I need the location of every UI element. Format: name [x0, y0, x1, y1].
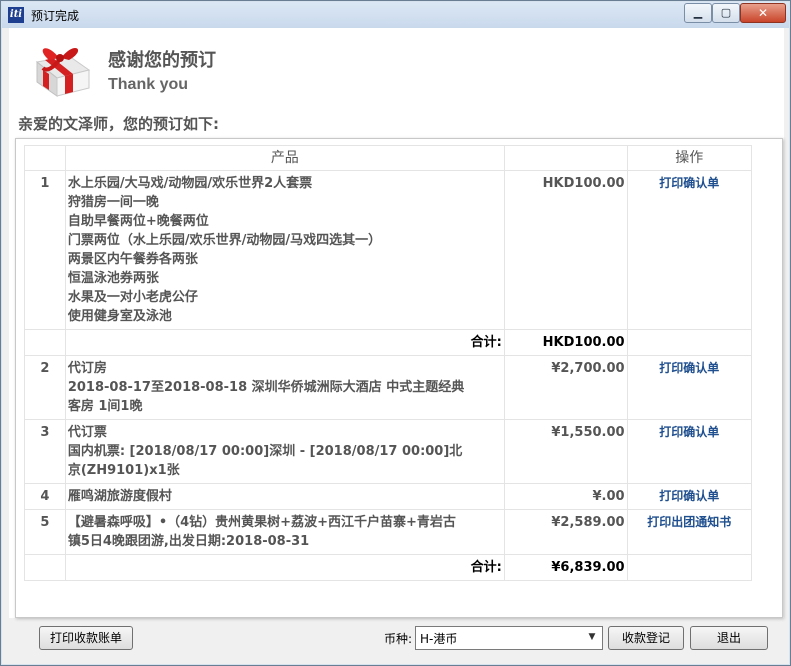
register-payment-button[interactable]: 收款登记 — [608, 626, 684, 650]
product-line: 使用健身室及泳池 — [67, 309, 172, 324]
table-row: 5 【避暑森呼吸】•（4钻）贵州黄果树+荔波+西江千户苗寨+青岩古 镇5日4晚跟… — [24, 509, 753, 555]
row-product: 【避暑森呼吸】•（4钻）贵州黄果树+荔波+西江千户苗寨+青岩古 镇5日4晚跟团游… — [64, 509, 505, 555]
booking-table-panel[interactable]: 产品 操作 1 水上乐园/大马戏/动物园/欢乐世界2人套票 狩猎房一间一晚 自助… — [15, 138, 783, 618]
table-row: 2 代订房 2018-08-17至2018-08-18 深圳华侨城洲际大酒店 中… — [24, 355, 753, 420]
row-number: 5 — [24, 509, 66, 555]
row-product: 雁鸣湖旅游度假村 — [64, 483, 505, 510]
product-line: 【避暑森呼吸】•（4钻）贵州黄果树+荔波+西江千户苗寨+青岩古 — [67, 515, 456, 530]
subtotal-label: 合计: — [64, 329, 505, 356]
footer-bar: 打印收款账单 币种: H-港币 ▼ 收款登记 退出 — [9, 618, 784, 660]
print-confirmation-link[interactable]: 打印确认单 — [659, 489, 719, 503]
chevron-down-icon[interactable]: ▼ — [584, 629, 600, 645]
content-area: 感谢您的预订 Thank you 亲爱的文泽师，您的预订如下: 产品 操作 1 — [9, 28, 784, 618]
print-confirmation-link[interactable]: 打印确认单 — [659, 361, 719, 375]
row-number: 4 — [24, 483, 66, 510]
product-line: 水果及一对小老虎公仔 — [67, 290, 198, 305]
product-line: 自助早餐两位+晚餐两位 — [67, 214, 209, 229]
gift-icon — [35, 48, 91, 97]
minimize-button[interactable]: ▁ — [684, 3, 712, 23]
print-confirmation-link[interactable]: 打印确认单 — [659, 176, 719, 190]
thanks-heading-en: Thank you — [108, 76, 189, 93]
table-row: 1 水上乐园/大马戏/动物园/欢乐世界2人套票 狩猎房一间一晚 自助早餐两位+晚… — [24, 170, 753, 330]
product-line: 京(ZH9101)x1张 — [67, 463, 180, 478]
row-price: ¥2,700.00 — [503, 355, 628, 420]
maximize-button[interactable]: ▢ — [712, 3, 740, 23]
currency-value: H-港币 — [420, 632, 458, 646]
row-product: 代订房 2018-08-17至2018-08-18 深圳华侨城洲际大酒店 中式主… — [64, 355, 505, 420]
table-row: 4 雁鸣湖旅游度假村 ¥.00 打印确认单 — [24, 483, 753, 510]
header-product: 产品 — [64, 145, 505, 171]
thanks-heading-cn: 感谢您的预订 — [108, 50, 216, 71]
product-line: 门票两位（水上乐园/欢乐世界/动物园/马戏四选其一） — [67, 233, 382, 248]
product-line: 代订票 — [67, 425, 107, 440]
row-price: HKD100.00 — [503, 170, 628, 330]
close-button[interactable]: ✕ — [740, 3, 786, 23]
header-action: 操作 — [626, 145, 753, 171]
total-value: ¥6,839.00 — [503, 554, 628, 581]
maximize-icon: ▢ — [720, 6, 732, 19]
title-bar[interactable]: iti 预订完成 ▁ ▢ ✕ — [2, 2, 789, 28]
product-line: 雁鸣湖旅游度假村 — [67, 489, 172, 504]
greeting-text: 亲爱的文泽师，您的预订如下: — [18, 115, 219, 133]
product-line: 国内机票: [2018/08/17 00:00]深圳 - [2018/08/17… — [67, 444, 463, 459]
product-line: 水上乐园/大马戏/动物园/欢乐世界2人套票 — [67, 176, 313, 191]
row-price: ¥1,550.00 — [503, 419, 628, 484]
product-line: 镇5日4晚跟团游,出发日期:2018-08-31 — [67, 534, 310, 549]
row-product: 水上乐园/大马戏/动物园/欢乐世界2人套票 狩猎房一间一晚 自助早餐两位+晚餐两… — [64, 170, 505, 330]
currency-select[interactable]: H-港币 ▼ — [415, 626, 603, 650]
row-product: 代订票 国内机票: [2018/08/17 00:00]深圳 - [2018/0… — [64, 419, 505, 484]
row-number: 2 — [24, 355, 66, 420]
booking-complete-window: iti 预订完成 ▁ ▢ ✕ 感谢您的预订 Thank you 亲爱的文泽师，您… — [0, 0, 791, 666]
exit-button[interactable]: 退出 — [690, 626, 768, 650]
close-icon: ✕ — [757, 6, 769, 20]
subtotal-value: HKD100.00 — [503, 329, 628, 356]
currency-label: 币种: — [384, 632, 413, 646]
row-price: ¥.00 — [503, 483, 628, 510]
row-number: 1 — [24, 170, 66, 330]
header-price — [503, 145, 628, 171]
row-number: 3 — [24, 419, 66, 484]
product-line: 客房 1间1晚 — [67, 399, 143, 414]
print-confirmation-link[interactable]: 打印确认单 — [659, 425, 719, 439]
product-line: 恒温泳池券两张 — [67, 271, 159, 286]
product-line: 狩猎房一间一晚 — [67, 195, 159, 210]
print-receipt-button[interactable]: 打印收款账单 — [39, 626, 133, 650]
total-label: 合计: — [64, 554, 505, 581]
product-line: 2018-08-17至2018-08-18 深圳华侨城洲际大酒店 中式主题经典 — [67, 380, 465, 395]
total-row: 合计: ¥6,839.00 — [24, 554, 753, 581]
product-line: 两景区内午餐券各两张 — [67, 252, 198, 267]
minimize-icon: ▁ — [693, 6, 703, 19]
subtotal-row: 合计: HKD100.00 — [24, 329, 753, 356]
product-line: 代订房 — [67, 361, 107, 376]
row-price: ¥2,589.00 — [503, 509, 628, 555]
table-header-row: 产品 操作 — [24, 145, 753, 171]
booking-table: 产品 操作 1 水上乐园/大马戏/动物园/欢乐世界2人套票 狩猎房一间一晚 自助… — [24, 145, 753, 581]
header-num — [24, 145, 66, 171]
window-title: 预订完成 — [31, 9, 80, 23]
print-tour-notice-link[interactable]: 打印出团通知书 — [647, 515, 731, 529]
table-row: 3 代订票 国内机票: [2018/08/17 00:00]深圳 - [2018… — [24, 419, 753, 484]
app-icon: iti — [8, 7, 24, 23]
